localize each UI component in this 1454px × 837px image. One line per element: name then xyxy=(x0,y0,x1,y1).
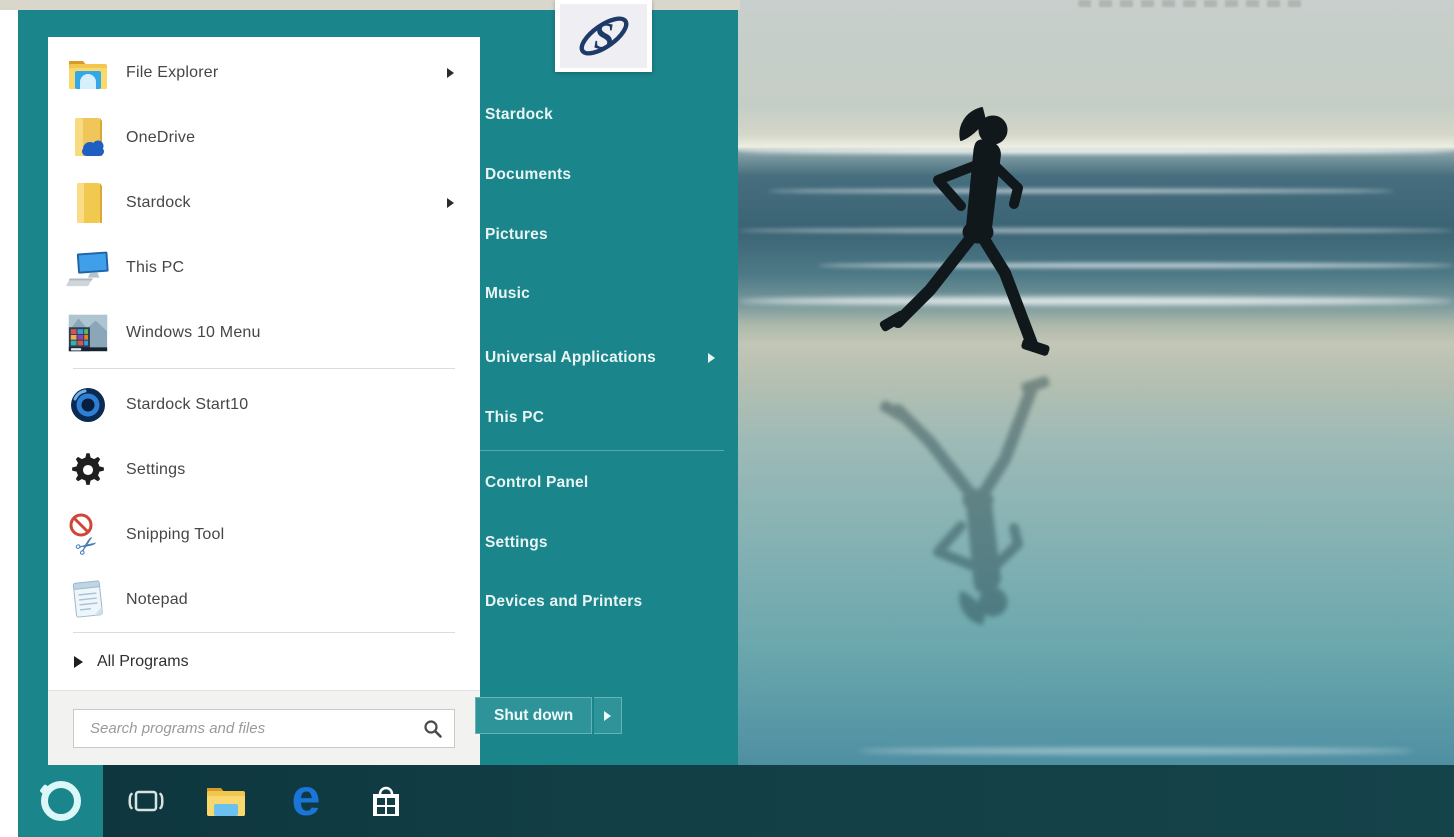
search-input[interactable] xyxy=(88,719,422,738)
shutdown-control: Shut down xyxy=(475,697,622,734)
file-explorer-button[interactable] xyxy=(186,765,266,837)
right-item-label: Control Panel xyxy=(485,474,588,492)
right-item-label: Universal Applications xyxy=(485,349,656,367)
right-item-label: Documents xyxy=(485,166,571,184)
right-item-control-panel[interactable]: Control Panel xyxy=(485,455,725,511)
notepad-icon xyxy=(66,577,110,623)
menu-item-file-explorer[interactable]: File Explorer xyxy=(66,40,462,105)
right-item-documents[interactable]: Documents xyxy=(485,147,725,203)
file-explorer-icon xyxy=(66,50,110,96)
stardock-logo: S xyxy=(573,7,635,65)
wave-foam xyxy=(738,149,1454,154)
all-programs-button[interactable]: All Programs xyxy=(66,637,462,687)
menu-item-label: Snipping Tool xyxy=(126,526,224,544)
right-item-stardock[interactable]: Stardock xyxy=(485,87,725,143)
start-menu: File Explorer OneDrive xyxy=(18,10,738,765)
task-view-button[interactable] xyxy=(106,765,186,837)
right-item-music[interactable]: Music xyxy=(485,266,725,322)
menu-item-windows10-menu[interactable]: Windows 10 Menu xyxy=(66,300,462,365)
search-box[interactable] xyxy=(73,709,455,748)
runner-silhouette xyxy=(858,92,1068,372)
menu-item-label: File Explorer xyxy=(126,64,218,82)
right-item-this-pc[interactable]: This PC xyxy=(485,390,725,446)
right-item-devices-and-printers[interactable]: Devices and Printers xyxy=(485,574,725,630)
user-tile-inner: S xyxy=(560,4,647,68)
search-footer xyxy=(48,690,480,769)
desktop-wallpaper xyxy=(738,0,1454,765)
right-item-label: Stardock xyxy=(485,106,553,124)
right-item-label: Music xyxy=(485,285,530,303)
menu-item-label: Notepad xyxy=(126,591,188,609)
menu-item-label: This PC xyxy=(126,259,184,277)
divider xyxy=(73,632,455,633)
edge-icon: e xyxy=(292,772,321,824)
menu-item-label: OneDrive xyxy=(126,129,195,147)
cropped-caption-text xyxy=(1078,0,1308,7)
submenu-arrow-icon xyxy=(604,711,611,721)
start10-ring-icon xyxy=(41,781,81,821)
wave-foam xyxy=(738,228,1454,233)
desktop-screenshot: File Explorer OneDrive xyxy=(0,0,1454,837)
snipping-tool-icon: ✂ xyxy=(66,512,110,558)
menu-item-stardock-start10[interactable]: Stardock Start10 xyxy=(66,372,462,437)
right-item-pictures[interactable]: Pictures xyxy=(485,207,725,263)
start10-ring-icon xyxy=(66,382,110,428)
right-item-label: This PC xyxy=(485,409,544,427)
surf-edge-foam xyxy=(738,297,1454,305)
menu-item-stardock-folder[interactable]: Stardock xyxy=(66,170,462,235)
user-tile[interactable]: S xyxy=(555,0,652,72)
wave-foam xyxy=(858,748,1414,754)
menu-item-label: Settings xyxy=(126,461,185,479)
taskbar: e xyxy=(18,765,1454,837)
right-item-label: Settings xyxy=(485,534,548,552)
shutdown-label: Shut down xyxy=(494,707,573,725)
start-menu-left-panel: File Explorer OneDrive xyxy=(48,37,480,768)
right-item-universal-applications[interactable]: Universal Applications xyxy=(485,330,725,386)
menu-item-this-pc[interactable]: This PC xyxy=(66,235,462,300)
menu-item-label: Windows 10 Menu xyxy=(126,324,261,342)
all-programs-label: All Programs xyxy=(97,653,189,671)
gear-icon xyxy=(66,447,110,493)
folder-icon xyxy=(66,180,110,226)
menu-item-onedrive[interactable]: OneDrive xyxy=(66,105,462,170)
submenu-arrow-icon xyxy=(447,68,454,78)
start-button[interactable] xyxy=(18,765,103,837)
windows10-menu-icon xyxy=(66,310,110,356)
task-view-icon xyxy=(126,781,166,821)
right-item-label: Pictures xyxy=(485,226,548,244)
divider xyxy=(73,368,455,369)
svg-text:S: S xyxy=(593,16,613,57)
menu-item-label: Stardock Start10 xyxy=(126,396,248,414)
menu-item-label: Stardock xyxy=(126,194,191,212)
menu-item-notepad[interactable]: Notepad xyxy=(66,567,462,632)
folder-icon xyxy=(205,783,247,819)
divider xyxy=(480,450,724,451)
submenu-arrow-icon xyxy=(447,198,454,208)
right-item-label: Devices and Printers xyxy=(485,593,642,611)
store-icon xyxy=(366,781,406,821)
store-button[interactable] xyxy=(346,765,426,837)
shutdown-button[interactable]: Shut down xyxy=(475,697,592,734)
search-icon xyxy=(422,718,444,740)
submenu-arrow-icon xyxy=(708,353,715,363)
edge-button[interactable]: e xyxy=(266,765,346,837)
runner-reflection xyxy=(858,360,1068,640)
expand-arrow-icon xyxy=(74,656,83,668)
menu-item-settings[interactable]: Settings xyxy=(66,437,462,502)
menu-item-snipping-tool[interactable]: ✂ Snipping Tool xyxy=(66,502,462,567)
taskbar-icons: e xyxy=(106,765,426,837)
this-pc-icon xyxy=(66,245,110,291)
onedrive-folder-icon xyxy=(66,115,110,161)
shutdown-options-button[interactable] xyxy=(594,697,622,734)
right-item-settings[interactable]: Settings xyxy=(485,515,725,571)
